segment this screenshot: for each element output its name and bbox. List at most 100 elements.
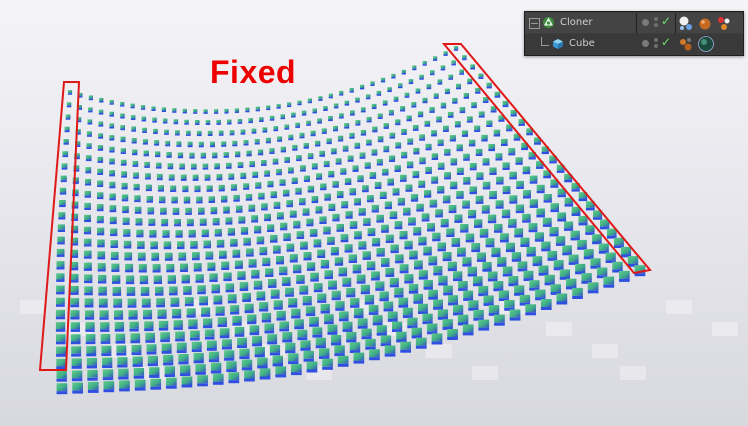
clone-cube: [399, 264, 409, 274]
clone-cube: [515, 204, 525, 214]
clone-cube: [114, 310, 124, 320]
clone-cube: [84, 286, 93, 296]
clone-cube: [448, 74, 454, 80]
clone-cube: [243, 140, 249, 146]
material-tag-orange-pair-icon[interactable]: [678, 36, 694, 52]
clone-cube: [172, 108, 177, 113]
clone-cube: [197, 375, 208, 387]
object-row-cube[interactable]: Cube ✓: [525, 34, 743, 54]
clone-cube: [262, 257, 271, 267]
clone-cube: [120, 136, 126, 143]
clone-cube: [83, 226, 92, 235]
clone-cube: [306, 120, 311, 126]
collapse-toggle-icon[interactable]: [529, 18, 540, 29]
clone-cube: [186, 308, 196, 318]
clone-cube: [87, 119, 93, 125]
editor-visibility-dots[interactable]: [654, 38, 659, 49]
clone-cube: [327, 324, 338, 335]
clone-cube: [180, 174, 187, 181]
clone-cube: [372, 315, 383, 326]
clone-cube: [186, 218, 194, 227]
clone-cube: [590, 258, 601, 269]
clone-cube: [265, 137, 271, 144]
clone-cube: [276, 104, 281, 109]
clone-cube: [109, 135, 115, 141]
object-name-cube[interactable]: Cube: [569, 38, 595, 49]
clone-cube: [437, 242, 446, 252]
clone-cube: [167, 163, 174, 170]
clone-cube: [469, 186, 477, 195]
clone-cube: [389, 211, 398, 220]
clone-cube: [375, 281, 385, 291]
clone-cube: [180, 263, 188, 272]
floor-reflection: [546, 322, 572, 336]
clone-cube: [245, 107, 250, 113]
clone-cube: [494, 223, 503, 233]
object-row-cloner[interactable]: Cloner ✓: [525, 13, 743, 56]
clone-cube: [244, 370, 255, 382]
clone-cube: [197, 285, 206, 295]
material-tag-orange-sphere-icon[interactable]: [697, 15, 713, 31]
3d-viewport[interactable]: Fixed Cloner ✓ Cube ✓: [0, 0, 748, 426]
clone-cube: [277, 136, 283, 142]
material-tag-multi-icon[interactable]: [716, 15, 732, 31]
clone-cube: [143, 150, 149, 157]
clone-cube: [225, 217, 233, 225]
clone-cube: [363, 218, 371, 226]
clone-cube: [474, 125, 481, 132]
clone-cube: [431, 130, 437, 137]
object-manager-panel[interactable]: Cloner ✓ Cube ✓: [524, 11, 744, 56]
clone-cube: [178, 252, 187, 261]
floor-reflection: [472, 366, 498, 380]
enabled-checkmark[interactable]: ✓: [661, 14, 671, 28]
clone-cube: [83, 262, 92, 271]
material-tag-white-sphere-icon[interactable]: [678, 15, 694, 31]
render-visibility-dot[interactable]: [642, 19, 649, 26]
clone-cube: [444, 172, 451, 180]
clone-cube: [256, 291, 266, 301]
clone-cube: [413, 147, 420, 155]
clone-cube: [228, 173, 235, 180]
clone-cube: [233, 194, 240, 202]
clone-cube: [437, 139, 444, 146]
clone-cube: [338, 267, 348, 277]
clone-cube: [56, 273, 65, 282]
clone-cube: [232, 316, 242, 326]
clone-cube: [372, 238, 381, 247]
clone-cube: [398, 297, 409, 308]
clone-cube: [404, 240, 413, 250]
clone-cube: [422, 97, 428, 104]
clone-cube: [303, 175, 310, 182]
clone-cube: [401, 128, 407, 135]
clone-cube: [148, 218, 156, 226]
floor-reflection: [426, 344, 452, 358]
clone-cube: [85, 179, 92, 186]
clone-cube: [207, 262, 216, 271]
render-visibility-dot[interactable]: [642, 40, 649, 47]
clone-cube: [463, 177, 471, 185]
clone-cube: [276, 310, 286, 321]
clone-cube: [318, 96, 323, 101]
clone-cube: [131, 344, 142, 356]
clone-cube: [376, 90, 382, 96]
object-name-cloner[interactable]: Cloner: [560, 17, 592, 28]
clone-cube: [166, 152, 172, 158]
clone-cube: [296, 275, 305, 284]
material-tag-globe-icon[interactable]: [697, 35, 715, 53]
clone-cube: [529, 175, 538, 184]
clone-cube: [392, 321, 403, 332]
editor-visibility-dots[interactable]: [654, 17, 659, 28]
clone-cube: [465, 233, 475, 243]
clone-cube: [155, 286, 164, 296]
clone-cube: [55, 322, 66, 332]
clone-cube: [377, 136, 384, 143]
clone-cube: [153, 128, 158, 134]
clone-cube: [262, 127, 268, 133]
clone-cube: [85, 310, 95, 320]
clone-cube: [164, 366, 175, 377]
clone-cube: [273, 201, 281, 209]
clone-cube: [306, 361, 318, 373]
enabled-checkmark[interactable]: ✓: [661, 35, 671, 49]
clone-cube: [131, 138, 137, 144]
clone-cube: [526, 246, 536, 257]
